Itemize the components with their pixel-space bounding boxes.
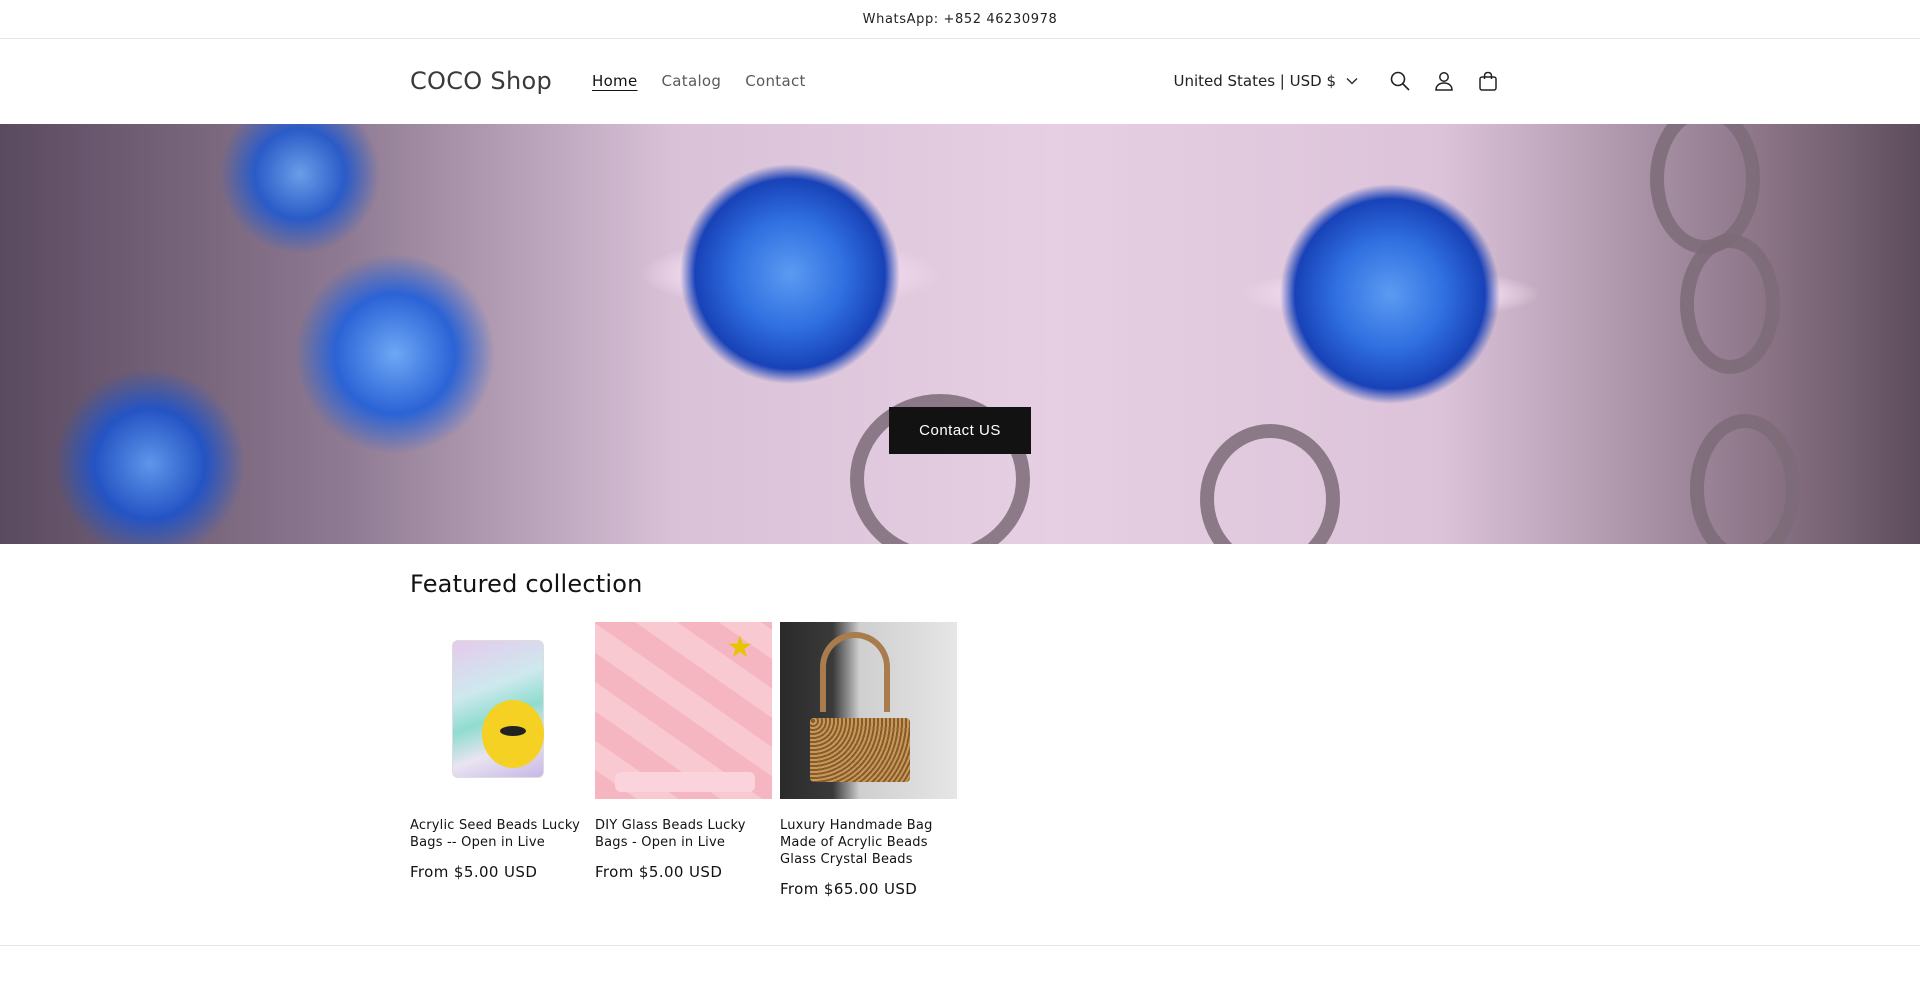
product-card[interactable]: ★ DIY Glass Beads Lucky Bags - Open in L… [595, 622, 772, 898]
product-title: Acrylic Seed Beads Lucky Bags -- Open in… [410, 818, 580, 850]
product-grid: Acrylic Seed Beads Lucky Bags -- Open in… [410, 622, 1510, 898]
cart-button[interactable] [1466, 59, 1510, 103]
product-title: Luxury Handmade Bag Made of Acrylic Bead… [780, 818, 933, 867]
featured-collection-heading: Featured collection [410, 570, 643, 598]
footer-divider [0, 945, 1920, 946]
product-card[interactable]: Luxury Handmade Bag Made of Acrylic Bead… [780, 622, 957, 898]
featured-collection: Featured collection Acrylic Seed Beads L… [410, 544, 1510, 898]
nav-item-contact[interactable]: Contact [745, 72, 805, 90]
product-price: From $5.00 USD [595, 863, 723, 881]
account-icon [1435, 72, 1453, 91]
account-button[interactable] [1422, 59, 1466, 103]
chain-link-decoration [1650, 124, 1760, 254]
product-price: From $65.00 USD [780, 880, 918, 898]
product-image [410, 622, 587, 799]
chain-link-decoration [1690, 414, 1800, 544]
main-nav: Home Catalog Contact [592, 72, 806, 90]
product-title: DIY Glass Beads Lucky Bags - Open in Liv… [595, 818, 746, 850]
hero-banner-image: Contact US [0, 124, 1920, 544]
product-image [780, 622, 957, 799]
shop-logo[interactable]: COCO Shop [410, 67, 552, 95]
product-image: ★ [595, 622, 772, 799]
announcement-bar: WhatsApp: +852 46230978 [0, 0, 1920, 39]
country-selector[interactable]: United States | USD $ [1173, 72, 1358, 90]
product-card[interactable]: Acrylic Seed Beads Lucky Bags -- Open in… [410, 622, 587, 898]
nav-item-catalog[interactable]: Catalog [662, 72, 722, 90]
contact-us-button[interactable]: Contact US [889, 407, 1031, 454]
product-price: From $5.00 USD [410, 863, 538, 881]
site-header: COCO Shop Home Catalog Contact United St… [0, 39, 1920, 123]
nav-item-home[interactable]: Home [592, 72, 638, 90]
chain-link-decoration [1680, 234, 1780, 374]
cart-icon [1479, 71, 1497, 91]
announcement-text: WhatsApp: +852 46230978 [862, 11, 1058, 27]
chain-link-decoration [1200, 424, 1340, 544]
chevron-down-icon [1346, 78, 1358, 85]
country-selector-label: United States | USD $ [1173, 72, 1336, 90]
search-button[interactable] [1378, 59, 1422, 103]
search-icon [1390, 71, 1410, 91]
